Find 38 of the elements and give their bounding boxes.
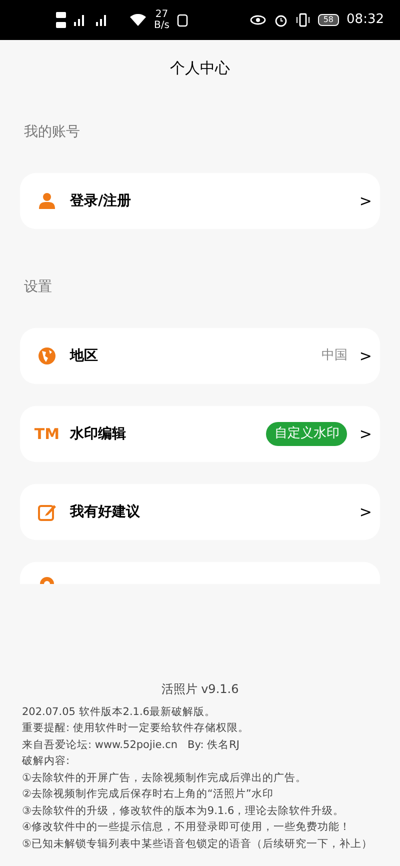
chevron: >: [359, 190, 372, 212]
wifi-icon: [130, 14, 146, 26]
footer-text-line: ④修改软件中的一些提示信息，不用登录即可使用，一些免费功能！: [22, 820, 352, 835]
settings-row[interactable]: TM 水印编辑 自定义水印 >: [20, 406, 380, 462]
vibrate-icon: [296, 13, 310, 27]
footer-text-line: ②去除视频制作完成后保存时右上角的“活照片”水印: [22, 787, 274, 802]
footer-text-line: ①去除软件的开屏广告，去除视频制作完成后弹出的广告。: [22, 770, 308, 786]
person-icon: [38, 192, 56, 210]
row-label: 我有好建议: [70, 502, 141, 522]
network-speed: 27: [155, 9, 168, 20]
clock: 08:32: [346, 11, 384, 30]
footer-text-line: 重要提醒: 使用软件时一定要给软件存储权限。: [22, 721, 250, 736]
globe-icon: [38, 347, 56, 365]
row-label: 登录/注册: [70, 192, 132, 210]
edit-icon: [38, 502, 56, 522]
section-heading: 我的账号: [23, 123, 81, 142]
footer-text-line: 来自吾爱论坛: www.52pojie.cn By: 佚名RJ: [22, 738, 240, 752]
chevron: >: [359, 424, 372, 445]
settings-row[interactable]: 登录/注册 >: [20, 173, 380, 229]
footer-text-line: ⑤已知未解锁专辑列表中某些语音包锁定的语音（后续研究一下，补上）: [22, 836, 374, 852]
chevron: >: [359, 502, 372, 523]
alarm-icon: [274, 13, 288, 27]
trademark-icon: TM: [34, 426, 60, 442]
footer-text-line: ③去除软件的升级，修改软件的版本为9.1.6，理论去除软件升级。: [22, 804, 346, 818]
footer-title: 活照片 v9.1.6: [161, 681, 239, 698]
chevron: >: [359, 346, 372, 367]
network-speed-unit: B/s: [154, 20, 170, 31]
footer-text-line: 202.07.05 软件版本2.1.6最新破解版。: [22, 704, 216, 720]
settings-row[interactable]: 我有好建议 >: [20, 484, 380, 540]
settings-row[interactable]: 地区 中国 >: [20, 328, 380, 384]
row-value: 中国: [321, 347, 348, 366]
section-heading: 设置: [23, 278, 53, 297]
eye-icon: [250, 14, 266, 26]
row-label: 地区: [70, 346, 99, 366]
battery-indicator: 58: [318, 14, 339, 26]
page-title: 个人中心: [170, 58, 230, 79]
row-label: 水印编辑: [70, 424, 127, 444]
footer-text-line: 破解内容:: [22, 754, 71, 769]
